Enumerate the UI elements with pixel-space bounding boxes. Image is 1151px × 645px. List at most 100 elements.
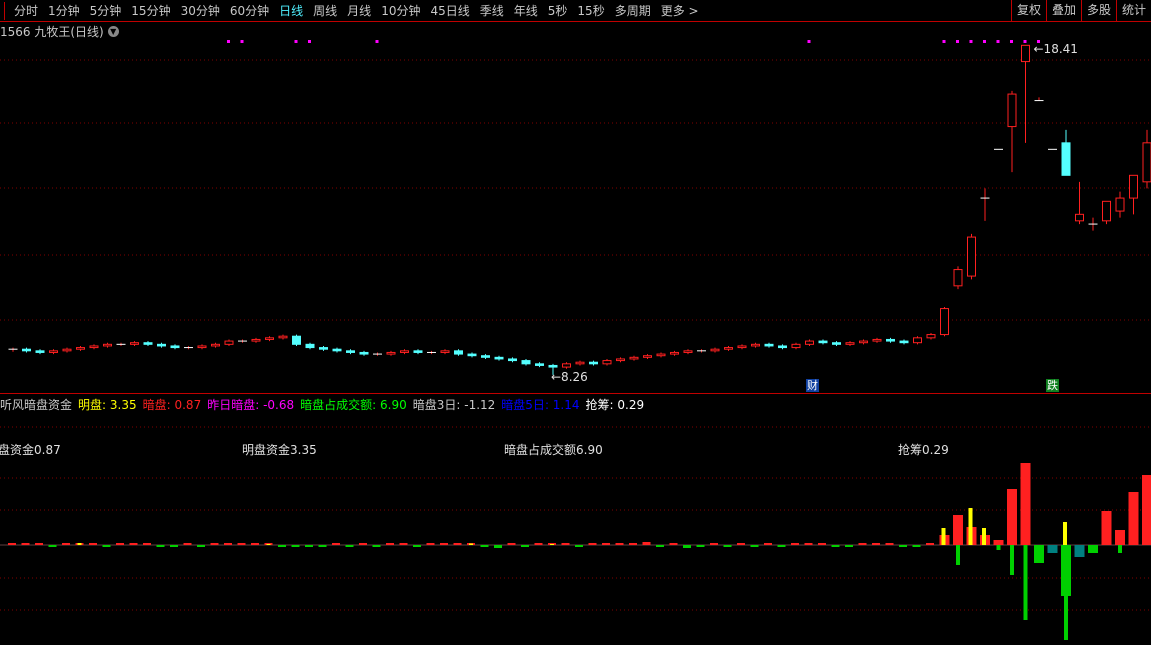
- an-bar: [953, 515, 963, 545]
- ming-bar: [266, 544, 271, 545]
- an-bar: [453, 543, 462, 545]
- candle-up: [251, 338, 261, 342]
- an-bar: [926, 543, 934, 545]
- an-bar: [845, 545, 853, 547]
- candle-up: [602, 360, 612, 365]
- an-bar: [413, 545, 421, 547]
- candle-down: [319, 347, 328, 350]
- candle-down: [346, 350, 355, 353]
- an-bar: [251, 543, 259, 545]
- neg-bar: [1023, 545, 1028, 620]
- chevron-down-icon[interactable]: ▼: [107, 26, 119, 37]
- an-bar: [21, 543, 30, 545]
- candle-up: [967, 236, 976, 277]
- candle-up: [76, 347, 85, 350]
- an-bar: [710, 543, 718, 545]
- signal-dot: [240, 40, 244, 43]
- signal-dot: [227, 40, 230, 43]
- an-bar: [858, 543, 867, 545]
- sublabel-an: 盘资金0.87: [0, 443, 61, 457]
- an-bar: [386, 543, 394, 545]
- signal-dot: [807, 40, 811, 43]
- an-bar: [669, 543, 678, 545]
- an-bar: [291, 545, 300, 547]
- an-bar: [8, 543, 16, 545]
- an-bar: [210, 543, 219, 545]
- an-bar: [1088, 545, 1098, 553]
- candle-down: [22, 348, 31, 352]
- legend-value: -1.12: [464, 398, 496, 412]
- candle-up: [872, 338, 882, 342]
- an-bar: [480, 545, 489, 547]
- an-bar: [737, 543, 745, 545]
- signal-dot: [375, 40, 379, 43]
- an-bar: [1034, 545, 1044, 563]
- legend-item: 暗盘3日: -1.12: [412, 398, 496, 412]
- an-bar: [102, 545, 111, 547]
- candle-up: [791, 343, 801, 349]
- candle-up: [1142, 142, 1151, 183]
- signal-dot: [969, 40, 973, 43]
- candle-up: [737, 345, 747, 349]
- candle-down: [899, 340, 909, 344]
- candle-up: [859, 340, 868, 344]
- candle-up: [400, 350, 409, 353]
- an-bar: [1101, 511, 1112, 545]
- an-bar: [885, 543, 894, 545]
- an-bar: [1020, 463, 1031, 545]
- an-bar: [683, 545, 691, 548]
- an-bar: [696, 545, 705, 547]
- an-bar: [561, 543, 570, 545]
- marker-cai[interactable]: 财: [806, 379, 819, 392]
- candle-down: [764, 343, 774, 347]
- an-bar: [1007, 489, 1017, 545]
- neg-bar: [1010, 545, 1014, 575]
- an-bar: [332, 543, 340, 545]
- candle-down: [35, 350, 45, 353]
- an-bar: [899, 545, 907, 547]
- marker-die[interactable]: 跌: [1046, 379, 1059, 392]
- kline-chart[interactable]: ←18.41 ←8.26: [0, 0, 1151, 645]
- ming-bar: [968, 508, 973, 545]
- an-bar: [48, 545, 57, 547]
- candle-down: [143, 342, 153, 345]
- candle-up: [89, 345, 99, 349]
- panel-divider: [0, 393, 1151, 394]
- an-bar: [993, 540, 1004, 545]
- an-bar: [750, 545, 759, 547]
- legend-item: 暗盘: 0.87: [142, 398, 202, 412]
- an-bar: [642, 542, 651, 545]
- signal-dot: [996, 40, 1000, 43]
- candle-up: [1075, 213, 1084, 222]
- indicator-legend: 听风暗盘资金 明盘: 3.35 暗盘: 0.87 昨日暗盘: -0.68 暗盘占成交额…: [0, 396, 644, 413]
- signal-dot: [956, 40, 959, 43]
- an-bar: [62, 543, 70, 545]
- legend-value: 0.29: [617, 398, 645, 412]
- legend-value: -0.68: [263, 398, 295, 412]
- an-bar: [656, 545, 664, 547]
- candle-up: [616, 358, 625, 362]
- an-bar: [305, 545, 313, 547]
- ming-bar: [941, 528, 946, 545]
- signal-dot: [308, 40, 311, 43]
- an-bar: [1128, 492, 1139, 545]
- candle-up: [953, 269, 963, 287]
- an-bar: [912, 545, 921, 547]
- an-bar: [521, 545, 529, 547]
- indicator-name: 听风暗盘资金: [0, 398, 73, 412]
- candle-down: [305, 343, 315, 349]
- stock-title[interactable]: 1566 九牧王(日线) ▼: [0, 23, 119, 40]
- candle-up: [562, 363, 571, 368]
- candle-up: [440, 350, 450, 353]
- candle-down: [818, 340, 828, 344]
- candle-up: [926, 334, 936, 339]
- an-bar: [1115, 530, 1125, 545]
- candle-up: [710, 348, 720, 352]
- candle-down: [508, 358, 517, 362]
- candle-up: [724, 347, 733, 350]
- an-bar: [399, 543, 408, 545]
- candle-down: [170, 345, 180, 349]
- candle-up: [751, 343, 760, 347]
- legend-value: 0.87: [174, 398, 202, 412]
- an-bar: [764, 543, 772, 545]
